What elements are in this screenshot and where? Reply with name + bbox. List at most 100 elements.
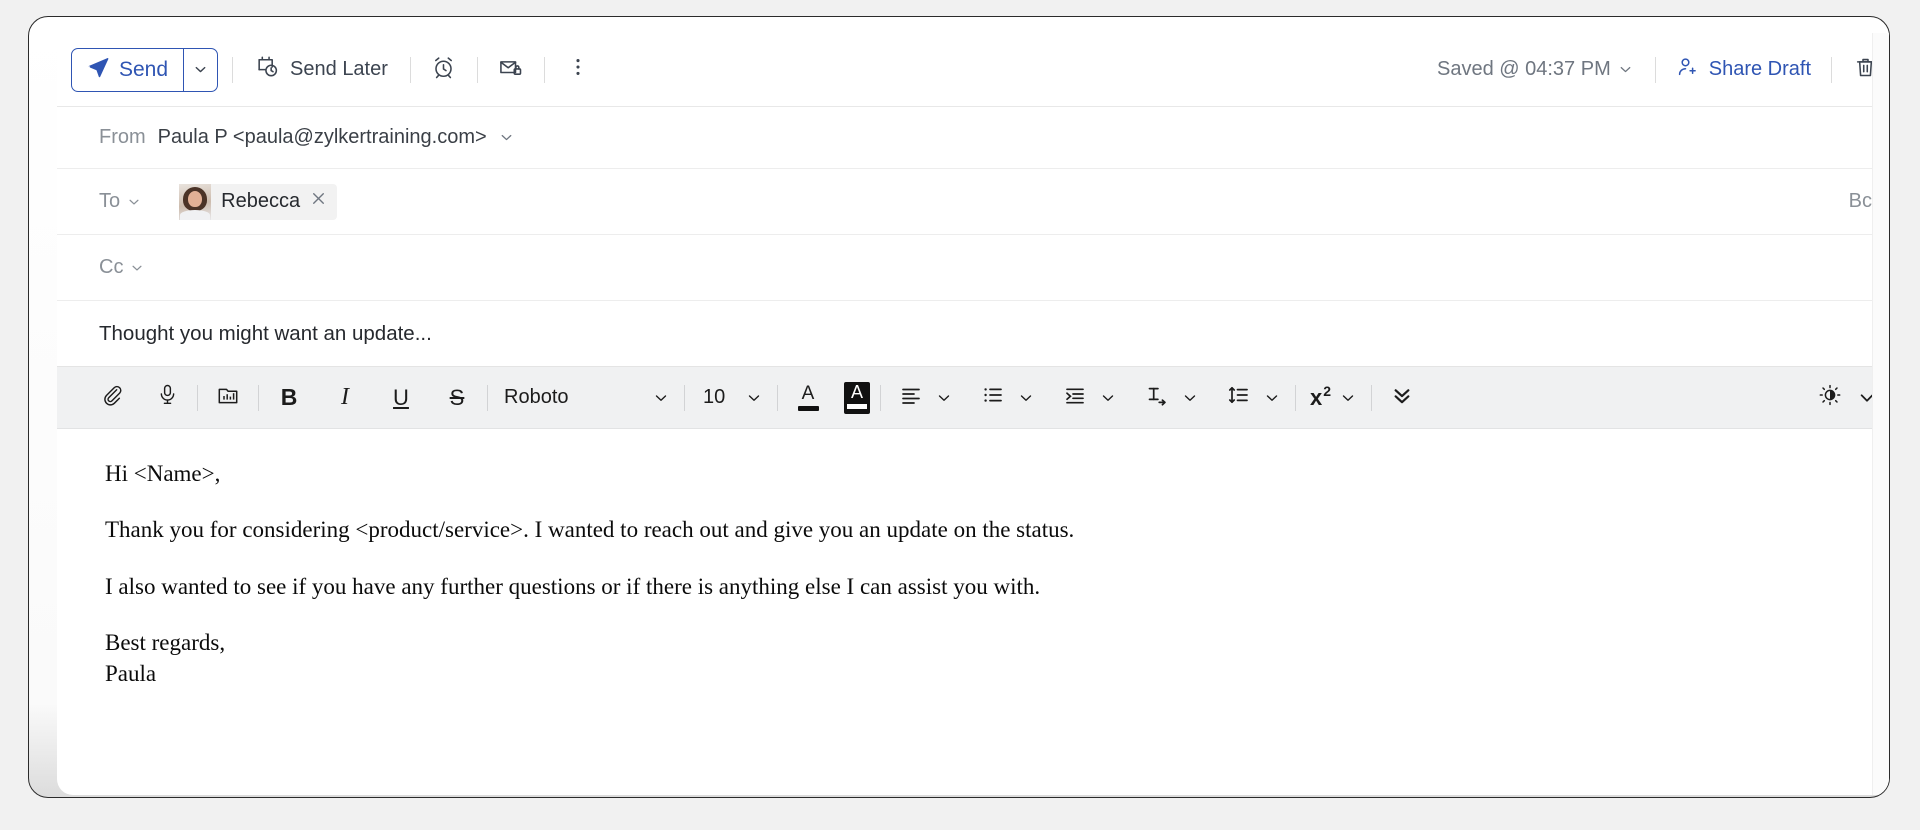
- line-spacing-dropdown[interactable]: [1259, 379, 1285, 417]
- divider: [543, 56, 545, 83]
- strikethrough-button[interactable]: S: [437, 378, 477, 418]
- bulleted-list-dropdown[interactable]: [1013, 379, 1039, 417]
- more-options-button[interactable]: [559, 51, 597, 89]
- cc-field-row[interactable]: Cc: [57, 235, 1889, 301]
- browser-window-frame: Send Send Later Saved @ 04:37 PM Share D…: [28, 16, 1890, 798]
- from-field-row[interactable]: From Paula P <paula@zylkertraining.com>: [57, 107, 1889, 169]
- email-body-editor[interactable]: Hi <Name>, Thank you for considering <pr…: [57, 429, 1889, 795]
- avatar: [179, 183, 212, 220]
- saved-status-text: Saved @ 04:37 PM: [1437, 58, 1611, 80]
- compose-action-bar: Send Send Later Saved @ 04:37 PM Share D…: [57, 33, 1889, 107]
- formatting-toolbar: B I U S Roboto 10 A A x 2: [57, 367, 1889, 429]
- share-draft-label: Share Draft: [1708, 58, 1811, 80]
- user-plus-icon: [1676, 55, 1700, 85]
- bold-button[interactable]: B: [269, 378, 309, 418]
- share-draft-button[interactable]: Share Draft: [1670, 50, 1817, 90]
- from-dropdown[interactable]: [499, 130, 514, 145]
- underline-button[interactable]: U: [381, 378, 421, 418]
- send-later-button[interactable]: Send Later: [247, 48, 396, 91]
- send-button-group: Send: [71, 47, 219, 92]
- secure-mail-button[interactable]: [492, 51, 530, 89]
- send-button-label: Send: [119, 57, 169, 81]
- highlight-color-button[interactable]: A: [844, 381, 870, 414]
- align-left-icon: [899, 383, 923, 413]
- chevron-down-icon: [1342, 394, 1354, 401]
- send-options-dropdown[interactable]: [183, 48, 217, 91]
- italic-button[interactable]: I: [325, 378, 365, 418]
- text-color-label: A: [801, 383, 815, 404]
- record-audio-button[interactable]: [147, 378, 187, 418]
- insert-image-icon: [216, 383, 240, 413]
- from-address-value: Paula P <paula@zylkertraining.com>: [157, 126, 487, 148]
- text-direction-button[interactable]: [1137, 378, 1177, 418]
- recipient-chip[interactable]: Rebecca: [179, 183, 338, 220]
- font-family-select[interactable]: Roboto: [498, 386, 648, 409]
- divider: [487, 384, 488, 411]
- body-paragraph: I also wanted to see if you have any fur…: [105, 573, 1041, 599]
- bulleted-list-button[interactable]: [973, 378, 1013, 418]
- compose-email-card: Send Send Later Saved @ 04:37 PM Share D…: [57, 33, 1889, 795]
- dark-mode-button[interactable]: [1810, 378, 1850, 418]
- superscript-exponent: 2: [1323, 382, 1332, 399]
- insert-image-button[interactable]: [208, 378, 248, 418]
- indent-dropdown[interactable]: [1095, 379, 1121, 417]
- attach-file-button[interactable]: [91, 378, 131, 418]
- close-icon[interactable]: [310, 190, 327, 213]
- font-size-dropdown[interactable]: [741, 379, 767, 417]
- envelope-lock-icon: [498, 55, 523, 85]
- font-size-select[interactable]: 10: [695, 386, 741, 409]
- divider: [880, 384, 881, 411]
- indent-icon: [1063, 383, 1087, 413]
- subject-input[interactable]: Thought you might want an update...: [99, 322, 432, 346]
- signature-line-1: Best regards,: [105, 630, 226, 656]
- paper-plane-icon: [86, 55, 110, 85]
- chevron-down-icon: [1102, 394, 1114, 401]
- body-paragraph: Hi <Name>,: [105, 461, 221, 486]
- to-field-row[interactable]: To Rebecca Bcc: [57, 169, 1889, 235]
- saved-status-dropdown[interactable]: [1611, 51, 1641, 89]
- divider: [409, 56, 411, 83]
- calendar-clock-icon: [255, 54, 280, 85]
- line-spacing-icon: [1227, 383, 1251, 413]
- align-button[interactable]: [891, 378, 931, 418]
- to-label: To: [99, 190, 141, 213]
- bulleted-list-icon: [981, 383, 1005, 413]
- recipient-name: Rebecca: [221, 190, 301, 212]
- line-spacing-button[interactable]: [1219, 378, 1259, 418]
- cc-dropdown[interactable]: [130, 261, 144, 275]
- text-color-button[interactable]: A: [788, 378, 828, 418]
- paperclip-icon: [100, 383, 123, 412]
- text-direction-icon: [1145, 383, 1169, 413]
- chevron-down-icon: [655, 394, 667, 401]
- divider: [777, 384, 778, 411]
- more-formatting-button[interactable]: [1382, 378, 1422, 418]
- chevron-down-icon: [1266, 394, 1278, 401]
- chevron-down-icon: [938, 394, 950, 401]
- highlight-color-label: A: [850, 381, 863, 402]
- divider: [476, 56, 478, 83]
- vertical-scrollbar[interactable]: [1872, 33, 1889, 795]
- divider: [232, 56, 234, 83]
- divider: [1654, 56, 1656, 83]
- divider: [1831, 56, 1832, 83]
- to-label-text: To: [99, 190, 121, 212]
- microphone-icon: [156, 383, 179, 412]
- superscript-dropdown[interactable]: [1335, 379, 1361, 417]
- subject-field-row[interactable]: Thought you might want an update...: [57, 301, 1889, 367]
- align-dropdown[interactable]: [931, 379, 957, 417]
- cc-label: Cc: [99, 256, 144, 279]
- send-later-label: Send Later: [290, 58, 388, 80]
- chevron-down-icon: [748, 394, 760, 401]
- indent-button[interactable]: [1055, 378, 1095, 418]
- send-button[interactable]: Send: [72, 49, 183, 91]
- to-dropdown[interactable]: [127, 195, 141, 209]
- font-family-dropdown[interactable]: [648, 379, 674, 417]
- reminder-button[interactable]: [425, 51, 463, 89]
- superscript-button[interactable]: x 2: [1306, 378, 1335, 418]
- chevron-down-icon: [1620, 66, 1631, 73]
- divider: [1295, 384, 1296, 411]
- text-direction-dropdown[interactable]: [1177, 379, 1203, 417]
- alarm-clock-icon: [431, 55, 456, 85]
- divider: [1371, 384, 1373, 411]
- vertical-dots-icon: [567, 56, 589, 83]
